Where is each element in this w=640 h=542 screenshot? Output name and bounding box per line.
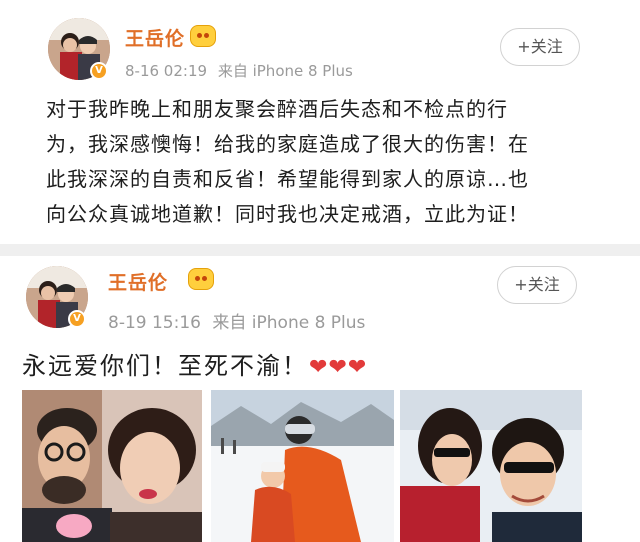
heart-emoji: ❤ xyxy=(328,355,347,380)
post-divider xyxy=(0,244,640,256)
post-source: 来自 iPhone 8 Plus xyxy=(212,313,366,333)
follow-button[interactable]: +关注 xyxy=(497,266,577,304)
post-meta: 8-16 02:19 来自 iPhone 8 Plus xyxy=(125,60,359,81)
vip-crown-icon xyxy=(188,268,214,290)
post-photo-2[interactable] xyxy=(211,390,394,542)
post-time: 8-16 02:19 xyxy=(125,62,208,80)
post-text-line: 此我深深的自责和反省！希望能得到家人的原谅…也 xyxy=(46,167,529,191)
post-text: 永远爱你们！至死不渝！ xyxy=(22,352,308,380)
follow-button[interactable]: +关注 xyxy=(500,28,580,66)
post-body: 对于我昨晚上和朋友聚会醉酒后失态和不检点的行 为，我深感懊悔！给我的家庭造成了很… xyxy=(46,92,586,232)
post-time: 8-19 15:16 xyxy=(108,313,201,333)
ski-slope-image xyxy=(211,390,394,542)
post-photo-1[interactable] xyxy=(22,390,202,542)
post-body: 永远爱你们！至死不渝！❤❤❤ xyxy=(22,346,366,381)
post-photo-3[interactable] xyxy=(400,390,582,542)
heart-emoji: ❤ xyxy=(309,355,328,380)
post-text-line: 为，我深感懊悔！给我的家庭造成了很大的伤害！在 xyxy=(46,132,529,156)
weibo-post-1: V 王岳伦 8-16 02:19 来自 iPhone 8 Plus +关注 对于… xyxy=(0,0,640,250)
vip-crown-icon xyxy=(190,25,216,47)
weibo-post-2: V 王岳伦 8-19 15:16 来自 iPhone 8 Plus +关注 永远… xyxy=(0,256,640,542)
post-text-line: 向公众真诚地道歉！同时我也决定戒酒，立此为证！ xyxy=(46,202,529,226)
username[interactable]: 王岳伦 xyxy=(125,24,185,51)
couple-sunglasses-image xyxy=(400,390,582,542)
username[interactable]: 王岳伦 xyxy=(108,268,168,295)
verified-v-icon: V xyxy=(68,310,86,328)
heart-emoji: ❤ xyxy=(347,355,367,380)
post-source: 来自 iPhone 8 Plus xyxy=(217,62,353,80)
couple-selfie-image xyxy=(22,390,202,542)
post-text-line: 对于我昨晚上和朋友聚会醉酒后失态和不检点的行 xyxy=(46,97,508,121)
post-meta: 8-19 15:16 来自 iPhone 8 Plus xyxy=(108,308,371,333)
verified-v-icon: V xyxy=(90,62,108,80)
